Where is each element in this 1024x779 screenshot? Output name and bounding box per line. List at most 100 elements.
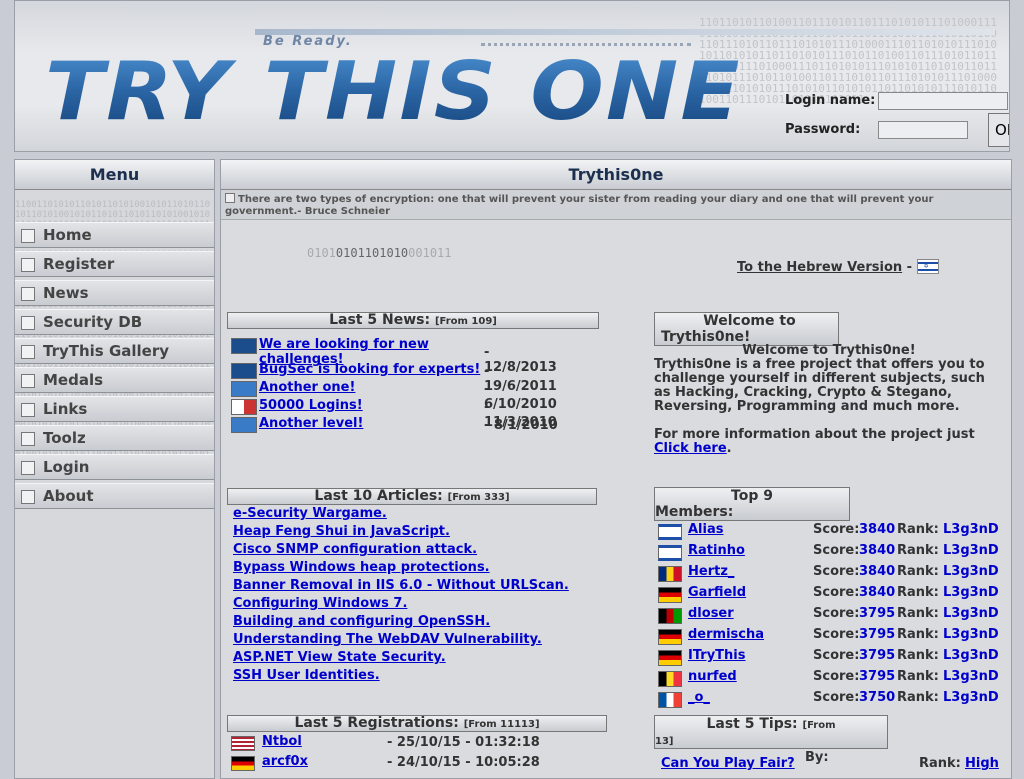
welcome-more-suffix: .	[726, 441, 732, 456]
articles-title: Last 10 Articles:	[314, 488, 443, 504]
score-label: Score:	[813, 564, 860, 579]
article-link[interactable]: Building and configuring OpenSSH.	[233, 613, 490, 631]
member-rank: L3g3nD	[943, 564, 999, 579]
news-link[interactable]: Another one!	[259, 380, 355, 395]
tips-count-a: [From	[802, 720, 836, 731]
member-link[interactable]: ITryThis	[688, 648, 745, 663]
bullet-icon	[21, 490, 35, 504]
rank-label: Rank:	[897, 564, 939, 579]
germany-flag-icon	[658, 587, 682, 603]
article-link[interactable]: SSH User Identities.	[233, 667, 380, 685]
sidebar-item-news[interactable]: News	[15, 280, 214, 306]
welcome-text: Welcome to Trythis0ne! Trythis0ne is a f…	[654, 344, 1004, 456]
sidebar-item-home[interactable]: Home	[15, 222, 214, 248]
article-link[interactable]: Bypass Windows heap protections.	[233, 559, 490, 577]
member-row: dloser Score: 3795 Rank: L3g3nD	[656, 606, 1006, 627]
news-date: - 8/1/2010	[484, 418, 558, 433]
sidebar-item-register[interactable]: Register	[15, 251, 214, 277]
bullet-icon	[21, 316, 35, 330]
sidebar-item-login[interactable]: Login	[15, 454, 214, 480]
login-ok-button[interactable]: OK	[988, 113, 1009, 147]
article-link[interactable]: Banner Removal in IIS 6.0 - Without URLS…	[233, 577, 569, 595]
news-count: [From 109]	[434, 316, 497, 327]
sidebar-item-label: Home	[43, 226, 92, 244]
sidebar-item-links[interactable]: Links	[15, 396, 214, 422]
member-score: 3840	[859, 522, 896, 537]
news-title: Last 5 News:	[329, 312, 431, 328]
sidebar-item-toolz[interactable]: Toolz	[15, 425, 214, 451]
score-label: Score:	[813, 648, 860, 663]
sidebar-item-label: Register	[43, 255, 115, 273]
sidebar-item-medals[interactable]: Medals	[15, 367, 214, 393]
sidebar-item-gallery[interactable]: TryThis Gallery	[15, 338, 214, 364]
rank-label: Rank:	[897, 669, 939, 684]
sidebar-item-about[interactable]: About	[15, 483, 214, 509]
article-link[interactable]: Configuring Windows 7.	[233, 595, 407, 613]
article-link[interactable]: Heap Feng Shui in JavaScript.	[233, 523, 450, 541]
score-label: Score:	[813, 669, 860, 684]
article-link[interactable]: Understanding The WebDAV Vulnerability.	[233, 631, 542, 649]
article-link[interactable]: ASP.NET View State Security.	[233, 649, 446, 667]
page-edge	[1012, 0, 1024, 768]
click-here-link[interactable]: Click here	[654, 441, 727, 456]
welcome-more: For more information about the project j…	[654, 428, 1004, 456]
username-field[interactable]	[878, 92, 1008, 110]
member-link[interactable]: Alias	[688, 522, 723, 537]
articles-count: [From 333]	[447, 492, 510, 503]
israel-flag-icon	[658, 524, 682, 540]
article-link[interactable]: Cisco SNMP configuration attack.	[233, 541, 477, 559]
news-link[interactable]: Another level!	[259, 416, 363, 431]
site-logo[interactable]: TRY THIS ONE	[45, 49, 742, 135]
score-label: Score:	[813, 627, 860, 642]
password-label: Password:	[785, 122, 861, 137]
news-link[interactable]: 50000 Logins!	[259, 398, 363, 413]
germany-flag-icon	[231, 756, 255, 771]
score-label: Score:	[813, 585, 860, 600]
member-rank: L3g3nD	[943, 627, 999, 642]
member-score: 3750	[859, 690, 896, 705]
tips-count-b: 13]	[655, 736, 674, 747]
password-field[interactable]	[878, 121, 968, 139]
tto-icon	[231, 381, 257, 397]
members-title-line2: Members:	[655, 504, 734, 520]
member-score: 3840	[859, 543, 896, 558]
news-item: Another level! - 8/1/2010	[229, 416, 559, 434]
member-row: Alias Score: 3840 Rank: L3g3nD	[656, 522, 1006, 543]
tip-rank-value[interactable]: High	[965, 756, 999, 771]
sidebar-item-label: News	[43, 284, 89, 302]
member-row: _o_ Score: 3750 Rank: L3g3nD	[656, 690, 1006, 711]
page-title: Trythis0ne	[221, 160, 1011, 190]
tip-link[interactable]: Can You Play Fair?	[661, 756, 795, 771]
member-score: 3795	[859, 669, 896, 684]
sidebar-item-label: Medals	[43, 371, 104, 389]
score-label: Score:	[813, 543, 860, 558]
member-link[interactable]: dermischa	[688, 627, 764, 642]
hebrew-version-link[interactable]: To the Hebrew Version	[737, 260, 902, 275]
hebrew-version: To the Hebrew Version - ✡	[737, 259, 939, 275]
tip-rank-label: Rank:	[919, 756, 961, 771]
news-link[interactable]: BugSec is looking for experts!	[259, 362, 480, 377]
rank-label: Rank:	[897, 648, 939, 663]
registration-date: - 25/10/15 - 01:32:18	[387, 735, 540, 750]
sidebar-item-security-db[interactable]: Security DB	[15, 309, 214, 335]
member-link[interactable]: Hertz_	[688, 564, 734, 579]
member-score: 3795	[859, 648, 896, 663]
member-link[interactable]: Garfield	[688, 585, 746, 600]
user-link[interactable]: Ntbol	[262, 734, 302, 749]
header-decor-bar	[255, 29, 995, 35]
member-rank: L3g3nD	[943, 606, 999, 621]
registration-item: arcf0x - 24/10/15 - 10:05:28	[229, 754, 609, 772]
user-link[interactable]: arcf0x	[262, 754, 308, 769]
member-rank: L3g3nD	[943, 585, 999, 600]
sidebar: 1100110101011010110101001010110101101011…	[14, 159, 215, 779]
registration-item: Ntbol - 25/10/15 - 01:32:18	[229, 734, 609, 752]
member-link[interactable]: dloser	[688, 606, 734, 621]
article-link[interactable]: e-Security Wargame.	[233, 505, 387, 523]
news-item: Another one! - 6/10/2010	[229, 380, 559, 412]
member-score: 3840	[859, 564, 896, 579]
member-link[interactable]: nurfed	[688, 669, 737, 684]
member-link[interactable]: _o_	[688, 690, 710, 705]
israel-flag-icon[interactable]: ✡	[916, 259, 939, 274]
member-link[interactable]: Ratinho	[688, 543, 745, 558]
site-header: 1101101011010011011101011011101010111010…	[14, 0, 1010, 152]
